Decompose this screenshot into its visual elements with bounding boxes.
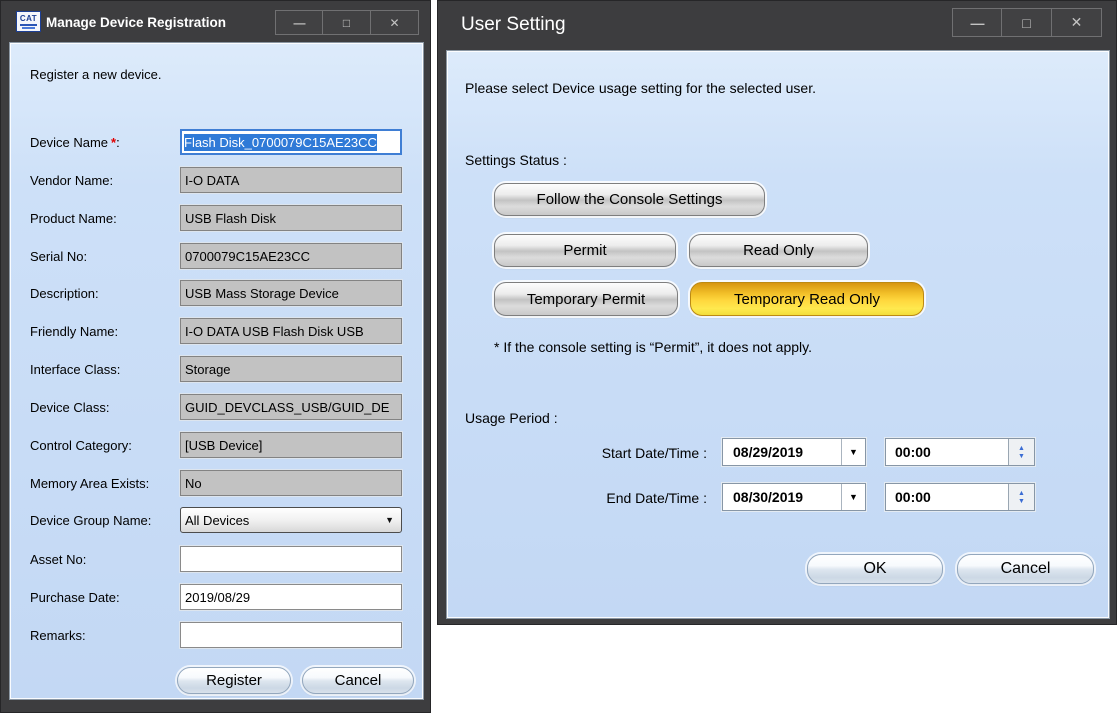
field-row: Device Class: GUID_DEVCLASS_USB/GUID_DE xyxy=(30,394,402,420)
field-label: Serial No: xyxy=(30,249,87,264)
permit-button[interactable]: Permit xyxy=(494,234,676,267)
field-label: Memory Area Exists: xyxy=(30,476,149,491)
minimize-icon: — xyxy=(971,15,984,31)
field-label: Vendor Name: xyxy=(30,173,113,188)
field-label: Interface Class: xyxy=(30,362,120,377)
field-row: Asset No: xyxy=(30,546,402,572)
titlebar[interactable]: CAT Manage Device Registration — □ ✕ xyxy=(1,1,430,42)
field-label: Remarks: xyxy=(30,628,86,643)
register-button[interactable]: Register xyxy=(177,667,291,694)
follow-console-settings-button[interactable]: Follow the Console Settings xyxy=(494,183,765,216)
temporary-permit-button[interactable]: Temporary Permit xyxy=(494,282,678,316)
spinner-buttons[interactable]: ▲ ▼ xyxy=(1008,439,1034,465)
spinner-buttons[interactable]: ▲ ▼ xyxy=(1008,484,1034,510)
field-label: Purchase Date: xyxy=(30,590,120,605)
device-name-label: Device Name*: xyxy=(30,135,120,150)
settings-status-label: Settings Status : xyxy=(465,152,567,168)
spinner-up-icon[interactable]: ▲ xyxy=(1018,445,1025,452)
spinner-up-icon[interactable]: ▲ xyxy=(1018,490,1025,497)
dropdown-arrow-icon[interactable]: ▼ xyxy=(841,484,865,510)
vendor-name-field: I-O DATA xyxy=(180,167,402,193)
start-time-spinner[interactable]: 00:00 ▲ ▼ xyxy=(885,438,1035,466)
asset-no-input[interactable] xyxy=(180,546,402,572)
field-row: Product Name: USB Flash Disk xyxy=(30,205,402,231)
field-label: Asset No: xyxy=(30,552,86,567)
field-label: Device Class: xyxy=(30,400,109,415)
note-text: * If the console setting is “Permit”, it… xyxy=(494,339,812,355)
cancel-button[interactable]: Cancel xyxy=(302,667,414,694)
start-datetime-row: Start Date/Time : 08/29/2019 ▼ 00:00 ▲ ▼ xyxy=(447,438,1111,468)
user-setting-window: User Setting — □ ✕ Please select Device … xyxy=(437,0,1117,625)
description-field: USB Mass Storage Device xyxy=(180,280,402,306)
field-row: Serial No: 0700079C15AE23CC xyxy=(30,243,402,269)
usage-period-label: Usage Period : xyxy=(465,410,558,426)
field-label: Device Group Name: xyxy=(30,513,151,528)
titlebar[interactable]: User Setting — □ ✕ xyxy=(438,1,1116,50)
device-group-select[interactable]: All Devices ▼ xyxy=(180,507,402,533)
field-label: Friendly Name: xyxy=(30,324,118,339)
close-icon: ✕ xyxy=(389,16,399,30)
required-asterisk: * xyxy=(108,135,116,150)
field-row: Remarks: xyxy=(30,622,402,648)
friendly-name-field: I-O DATA USB Flash Disk USB xyxy=(180,318,402,344)
prompt-text: Please select Device usage setting for t… xyxy=(465,80,816,96)
field-row: Memory Area Exists: No xyxy=(30,470,402,496)
start-datetime-label: Start Date/Time : xyxy=(447,445,707,461)
field-row: Friendly Name: I-O DATA USB Flash Disk U… xyxy=(30,318,402,344)
end-time-spinner[interactable]: 00:00 ▲ ▼ xyxy=(885,483,1035,511)
field-row: Control Category: [USB Device] xyxy=(30,432,402,458)
intro-text: Register a new device. xyxy=(30,67,162,82)
cat-app-icon: CAT xyxy=(16,11,41,32)
interface-class-field: Storage xyxy=(180,356,402,382)
end-date-select[interactable]: 08/30/2019 ▼ xyxy=(722,483,866,511)
close-button[interactable]: ✕ xyxy=(1052,8,1102,37)
field-row: Purchase Date: 2019/08/29 xyxy=(30,584,402,610)
start-date-select[interactable]: 08/29/2019 ▼ xyxy=(722,438,866,466)
end-datetime-label: End Date/Time : xyxy=(447,490,707,506)
window-title: User Setting xyxy=(461,14,566,36)
manage-device-registration-window: CAT Manage Device Registration — □ ✕ Reg… xyxy=(0,0,431,713)
maximize-button[interactable]: □ xyxy=(1002,8,1052,37)
device-name-input[interactable]: Flash Disk_0700079C15AE23CC xyxy=(180,129,402,155)
maximize-button[interactable]: □ xyxy=(323,10,371,35)
selected-text: Flash Disk_0700079C15AE23CC xyxy=(184,134,377,151)
serial-no-field: 0700079C15AE23CC xyxy=(180,243,402,269)
field-label: Description: xyxy=(30,286,99,301)
device-class-field: GUID_DEVCLASS_USB/GUID_DE xyxy=(180,394,402,420)
close-icon: ✕ xyxy=(1071,14,1083,31)
field-row: Device Group Name: All Devices ▼ xyxy=(30,507,402,533)
purchase-date-input[interactable]: 2019/08/29 xyxy=(180,584,402,610)
end-datetime-row: End Date/Time : 08/30/2019 ▼ 00:00 ▲ ▼ xyxy=(447,483,1111,513)
field-row: Device Name*: Flash Disk_0700079C15AE23C… xyxy=(30,129,402,155)
temporary-read-only-button[interactable]: Temporary Read Only xyxy=(690,282,924,316)
close-button[interactable]: ✕ xyxy=(371,10,419,35)
field-row: Interface Class: Storage xyxy=(30,356,402,382)
control-category-field: [USB Device] xyxy=(180,432,402,458)
field-row: Description: USB Mass Storage Device xyxy=(30,280,402,306)
maximize-icon: □ xyxy=(343,16,350,30)
read-only-button[interactable]: Read Only xyxy=(689,234,868,267)
spinner-down-icon[interactable]: ▼ xyxy=(1018,453,1025,460)
spinner-down-icon[interactable]: ▼ xyxy=(1018,498,1025,505)
dialog-body: Please select Device usage setting for t… xyxy=(446,50,1110,619)
field-label: Product Name: xyxy=(30,211,117,226)
minimize-button[interactable]: — xyxy=(952,8,1002,37)
cancel-button[interactable]: Cancel xyxy=(957,554,1094,584)
dropdown-arrow-icon[interactable]: ▼ xyxy=(841,439,865,465)
remarks-input[interactable] xyxy=(180,622,402,648)
dropdown-arrow-icon: ▼ xyxy=(385,515,394,525)
maximize-icon: □ xyxy=(1022,15,1030,31)
window-title: Manage Device Registration xyxy=(46,15,226,30)
minimize-button[interactable]: — xyxy=(275,10,323,35)
product-name-field: USB Flash Disk xyxy=(180,205,402,231)
field-row: Vendor Name: I-O DATA xyxy=(30,167,402,193)
memory-area-exists-field: No xyxy=(180,470,402,496)
field-label: Control Category: xyxy=(30,438,132,453)
ok-button[interactable]: OK xyxy=(807,554,943,584)
dialog-body: Register a new device. Device Name*: Fla… xyxy=(9,42,424,700)
minimize-icon: — xyxy=(294,16,305,30)
